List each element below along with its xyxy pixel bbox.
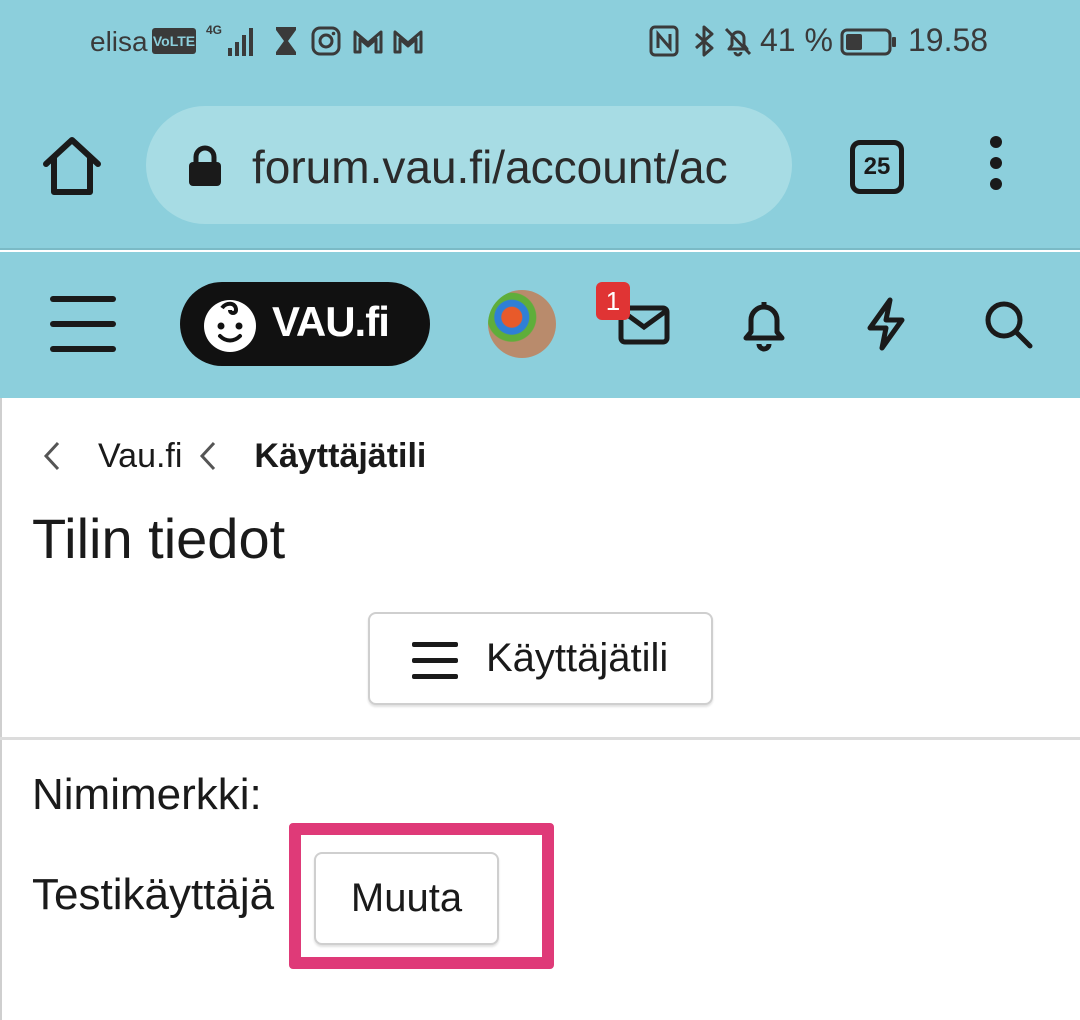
svg-text:4G: 4G: [206, 23, 222, 37]
menu-icon: [412, 642, 458, 680]
volte-badge: VoLTE: [152, 28, 196, 54]
site-logo[interactable]: VAU.fi: [180, 282, 430, 366]
chevron-left-icon[interactable]: [40, 439, 64, 473]
site-header: VAU.fi 1: [0, 252, 1080, 398]
clock: 19.58: [908, 22, 989, 58]
nickname-value: Testikäyttäjä: [32, 870, 275, 919]
bell-icon[interactable]: [736, 296, 792, 352]
gmail-icon: [353, 30, 383, 54]
breadcrumb-link-vau[interactable]: Vau.fi: [98, 437, 182, 476]
avatar[interactable]: [488, 290, 556, 358]
breadcrumb-current[interactable]: Käyttäjätili: [254, 437, 426, 476]
nickname-label: Nimimerkki:: [32, 770, 262, 819]
account-menu-label: Käyttäjätili: [486, 636, 669, 680]
status-bar: elisa VoLTE 4G 41 % 19.58: [0, 0, 1080, 84]
nfc-icon: [649, 25, 679, 57]
bluetooth-icon: [695, 25, 714, 57]
divider: [0, 737, 1080, 740]
lightning-icon[interactable]: [858, 296, 914, 352]
unread-messages-badge: 1: [596, 282, 630, 320]
gmail-icon: [393, 30, 423, 54]
search-icon[interactable]: [980, 296, 1036, 352]
account-menu-button[interactable]: Käyttäjätili: [368, 612, 713, 705]
baby-face-icon: [204, 300, 256, 352]
more-menu-icon[interactable]: [982, 136, 1010, 196]
hourglass-icon: [276, 27, 296, 55]
breadcrumb: Vau.fi Käyttäjätili: [40, 434, 426, 478]
url-text: forum.vau.fi/account/ac: [252, 141, 728, 193]
silent-icon: [724, 27, 752, 57]
chevron-left-icon: [200, 441, 216, 471]
instagram-icon: [311, 26, 341, 56]
signal-icon: 4G: [206, 23, 253, 56]
home-icon[interactable]: [38, 134, 106, 198]
battery-percent: 41 %: [760, 22, 833, 58]
content-border: [0, 398, 2, 1020]
hamburger-menu-icon[interactable]: [50, 296, 116, 352]
highlight-box: [289, 823, 554, 969]
carrier-name: elisa: [90, 26, 148, 57]
address-bar[interactable]: forum.vau.fi/account/ac: [146, 106, 792, 224]
browser-toolbar: forum.vau.fi/account/ac 25: [0, 84, 1080, 250]
lock-icon: [189, 145, 221, 186]
logo-text: VAU.fi: [272, 298, 390, 345]
page-title: Tilin tiedot: [32, 507, 286, 570]
battery-icon: [840, 28, 896, 56]
tab-switcher-button[interactable]: 25: [850, 140, 904, 194]
